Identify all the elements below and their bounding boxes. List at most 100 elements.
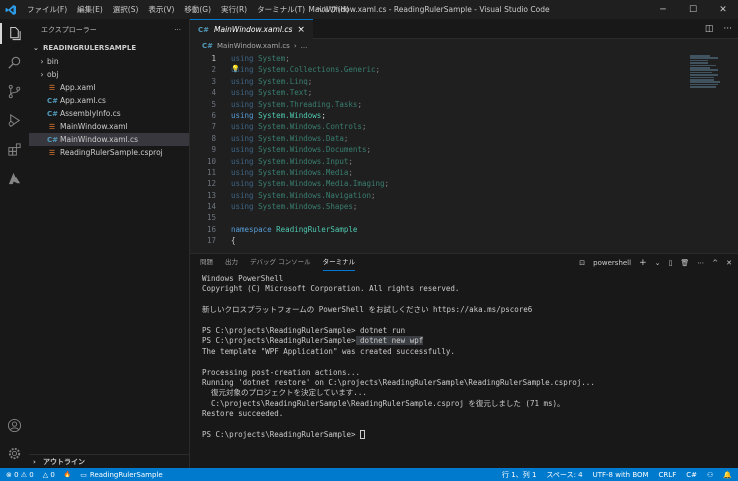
tree-file[interactable]: C# AssemblyInfo.cs — [29, 107, 189, 120]
tree-item-label: ReadingRulerSample.csproj — [60, 148, 163, 157]
code-punct: ; — [361, 122, 367, 132]
terminal[interactable]: Windows PowerShell Copyright (C) Microsof… — [202, 274, 728, 468]
code-text: using System.Text; — [216, 87, 312, 98]
close-tab-button[interactable]: × — [297, 25, 305, 35]
editor-more-icon[interactable]: ··· — [723, 24, 732, 34]
code-keyword: using — [231, 202, 254, 212]
terminal-line: Restore succeeded. — [202, 409, 284, 419]
tree-item-label: App.xaml.cs — [60, 96, 106, 105]
line-number: 10 — [206, 156, 216, 166]
code-line: 11 using System.Windows.Media; — [190, 167, 738, 178]
menu-item-5[interactable]: 実行(R) — [216, 4, 252, 15]
menu-item-4[interactable]: 移動(G) — [179, 4, 216, 15]
project-status-label: ReadingRulerSample — [89, 470, 163, 479]
line-number: 4 — [211, 88, 216, 98]
trash-icon[interactable]: 🗑 — [680, 259, 689, 267]
panel-tab-3[interactable]: ターミナル — [322, 254, 356, 271]
code-namespace: System.Windows.Shapes — [258, 202, 353, 212]
more-actions-button[interactable]: ··· — [174, 26, 181, 34]
panel-tab-2[interactable]: デバッグ コンソール — [250, 254, 311, 271]
tree-folder[interactable]: › obj — [29, 68, 189, 81]
panel-tab-0[interactable]: 問題 — [200, 254, 213, 271]
outline-section-header[interactable]: › アウトライン — [29, 454, 189, 468]
status-item-6[interactable]: 🔔 — [723, 471, 732, 479]
close-window-button[interactable]: ✕ — [708, 0, 738, 19]
tab-mainwindow-xaml-cs[interactable]: C# MainWindow.xaml.cs × — [190, 19, 313, 39]
tree-folder[interactable]: › bin — [29, 55, 189, 68]
code-keyword: using — [231, 65, 254, 75]
menu-bar: ファイル(F) 編集(E) 選択(S) 表示(V) 移動(G) 実行(R) ターミナル(T)… — [22, 0, 354, 19]
project-status[interactable]: ▭ ReadingRulerSample — [80, 471, 162, 479]
tree-item-label: AssemblyInfo.cs — [60, 109, 121, 118]
menu-item-6[interactable]: ターミナル(T) — [252, 4, 310, 15]
panel-tab-1[interactable]: 出力 — [225, 254, 238, 271]
minimap[interactable] — [690, 55, 724, 95]
close-panel-icon[interactable]: ✕ — [726, 259, 732, 267]
tree-file[interactable]: C# MainWindow.xaml.cs — [29, 133, 189, 146]
maximize-panel-icon[interactable]: ^ — [712, 259, 718, 267]
terminal-line: PS C:\projects\ReadingRulerSample> — [202, 430, 728, 440]
code-line: 9 using System.Windows.Documents; — [190, 144, 738, 155]
tree-file[interactable]: ☰ MainWindow.xaml — [29, 120, 189, 133]
breadcrumb-file[interactable]: MainWindow.xaml.cs — [217, 42, 290, 50]
extensions-icon[interactable] — [0, 135, 29, 164]
terminal-shell-label[interactable]: powershell — [593, 259, 631, 267]
search-icon[interactable] — [0, 48, 29, 77]
azure-icon[interactable] — [0, 164, 29, 193]
flame-icon[interactable]: 🔥 — [64, 471, 71, 478]
line-number: 7 — [211, 122, 216, 132]
status-item-2[interactable]: UTF-8 with BOM — [593, 471, 649, 479]
menu-item-3[interactable]: 表示(V) — [143, 4, 179, 15]
code-punct: ; — [366, 145, 371, 155]
tree-file[interactable]: ☰ App.xaml — [29, 81, 189, 94]
chevron-down-icon: ⌄ — [33, 44, 39, 52]
code-punct: { — [231, 236, 236, 246]
code-text: using System.Windows; — [216, 110, 326, 121]
maximize-button[interactable]: ☐ — [678, 0, 708, 19]
settings-gear-icon[interactable] — [0, 439, 29, 468]
status-item-1[interactable]: スペース: 4 — [546, 470, 582, 480]
breadcrumb-more[interactable]: ... — [301, 42, 308, 50]
project-section-header[interactable]: ⌄ READINGRULERSAMPLE — [29, 41, 189, 55]
code-text: using System.Windows.Controls; — [216, 121, 366, 132]
menu-item-7[interactable]: ヘルプ(H) — [310, 4, 354, 15]
new-terminal-button[interactable]: + — [639, 258, 647, 268]
menu-item-2[interactable]: 選択(S) — [108, 4, 144, 15]
menu-item-0[interactable]: ファイル(F) — [22, 4, 72, 15]
terminal-line: PS C:\projects\ReadingRulerSample> dotne… — [202, 336, 728, 346]
code-namespace: System.Collections.Generic — [258, 65, 376, 75]
account-icon[interactable] — [0, 411, 29, 440]
code-punct: ; — [321, 110, 326, 120]
code-namespace: System.Windows.Navigation — [258, 190, 371, 200]
tree-item-label: obj — [47, 70, 59, 79]
problems-status[interactable]: ⊗ 0 ⚠ 0 — [6, 471, 34, 479]
code-namespace: ReadingRulerSample — [276, 224, 358, 234]
code-punct: ; — [352, 202, 358, 212]
code-namespace: System.Windows.Data — [258, 133, 344, 143]
tree-file[interactable]: ☰ ReadingRulerSample.csproj — [29, 146, 189, 159]
code-line: 12 using System.Windows.Media.Imaging; — [190, 178, 738, 189]
warnings-status[interactable]: △ 0 — [43, 471, 55, 479]
menu-item-1[interactable]: 編集(E) — [72, 4, 108, 15]
split-editor-icon[interactable]: ◫ — [705, 24, 714, 34]
explorer-icon[interactable] — [0, 19, 29, 48]
panel-more-icon[interactable]: ⋯ — [697, 259, 704, 267]
status-item-4[interactable]: C# — [686, 471, 697, 479]
status-item-0[interactable]: 行 1、列 1 — [502, 470, 536, 480]
minimize-button[interactable]: ─ — [648, 0, 678, 19]
split-terminal-icon[interactable]: ▯ — [669, 259, 673, 267]
source-control-icon[interactable] — [0, 77, 29, 106]
activity-bar — [0, 19, 29, 468]
run-debug-icon[interactable] — [0, 106, 29, 135]
status-item-3[interactable]: CRLF — [659, 471, 677, 479]
code-punct: ; — [375, 65, 381, 75]
code-editor[interactable]: 1 using System; 2 💡 using System.Collections… — [190, 53, 738, 253]
line-number: 2 — [211, 65, 216, 75]
editor-area: C# MainWindow.xaml.cs × ◫ ··· C# MainWin… — [190, 19, 738, 253]
code-namespace: System.Windows.Input — [258, 156, 349, 166]
terminal-dropdown-icon[interactable]: ⌄ — [655, 259, 661, 267]
tree-file[interactable]: C# App.xaml.cs — [29, 94, 189, 107]
status-item-5[interactable]: ⚇ — [707, 471, 713, 479]
